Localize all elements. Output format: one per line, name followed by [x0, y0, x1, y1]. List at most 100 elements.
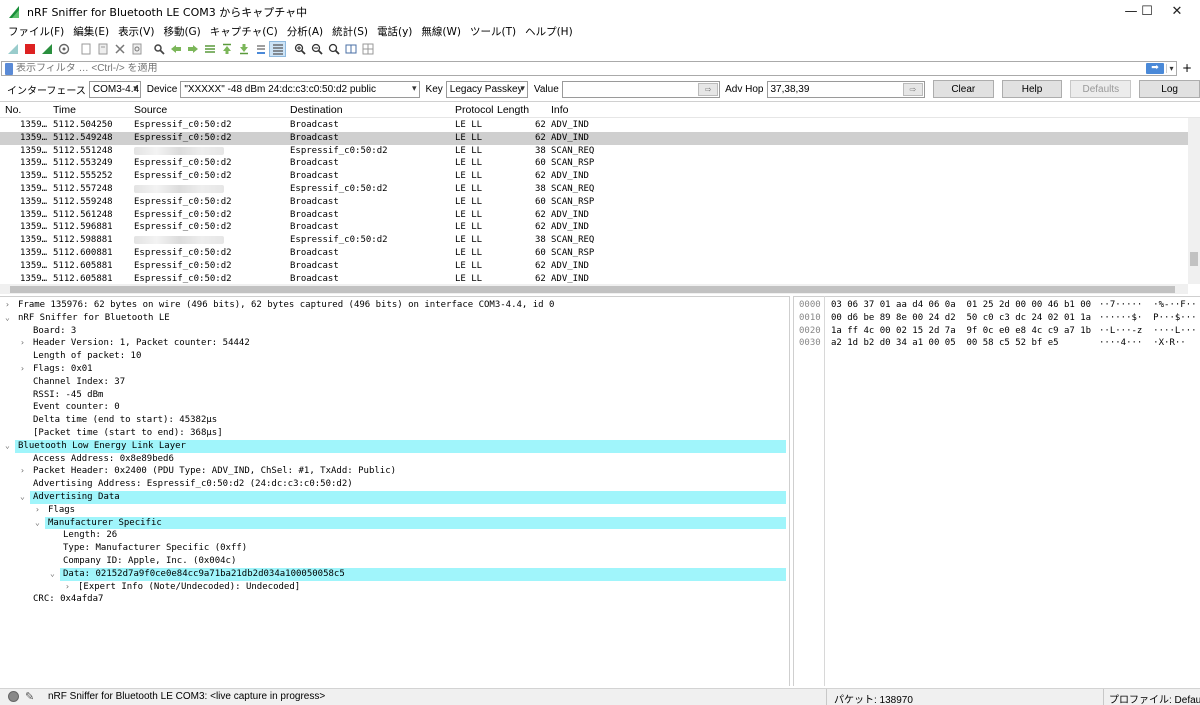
table-row[interactable]: 1359… 5112.559248 Espressif_c0:50:d2 Broadc…: [0, 196, 1200, 209]
table-row[interactable]: 1359… 5112.553249 Espressif_c0:50:d2 Broadc…: [0, 157, 1200, 170]
device-select[interactable]: "XXXXX" -48 dBm 24:dc:c3:c0:50:d2 public…: [180, 80, 420, 98]
collapse-arrow-icon[interactable]: ›: [20, 337, 25, 350]
bookmark-icon[interactable]: [5, 62, 13, 75]
packet-list-hscrollbar[interactable]: [0, 284, 1188, 294]
menu-analyze[interactable]: 分析(A): [283, 24, 327, 39]
go-forward-icon[interactable]: [184, 41, 201, 57]
menu-go[interactable]: 移動(G): [159, 24, 204, 39]
scrollbar-thumb[interactable]: [10, 286, 1175, 293]
go-back-icon[interactable]: [167, 41, 184, 57]
tree-item[interactable]: Company ID: Apple, Inc. (0x004c): [0, 555, 789, 568]
tree-item[interactable]: CRC: 0x4afda7: [0, 593, 789, 606]
tree-item[interactable]: Length of packet: 10: [0, 350, 789, 363]
collapse-arrow-icon[interactable]: ›: [65, 581, 70, 594]
tree-item[interactable]: Channel Index: 37: [0, 376, 789, 389]
tree-item[interactable]: ⌄ Manufacturer Specific: [0, 516, 789, 530]
tree-item[interactable]: [Packet time (start to end): 368µs]: [0, 427, 789, 440]
restart-capture-icon[interactable]: [38, 41, 55, 57]
expand-arrow-icon[interactable]: ⌄: [50, 568, 55, 581]
first-packet-icon[interactable]: [218, 41, 235, 57]
menu-tools[interactable]: ツール(T): [466, 24, 520, 39]
colorize-icon[interactable]: [269, 41, 286, 57]
column-protocol[interactable]: Protocol: [455, 104, 494, 116]
find-packet-icon[interactable]: [150, 41, 167, 57]
capture-options-icon[interactable]: [55, 41, 72, 57]
tree-item[interactable]: › Flags: [0, 504, 789, 517]
tree-item[interactable]: Advertising Address: Espressif_c0:50:d2 …: [0, 478, 789, 491]
table-row[interactable]: 1359… 5112.551248 Espressif_c0:50:d2 LE LL 3…: [0, 145, 1200, 158]
table-row[interactable]: 1359… 5112.557248 Espressif_c0:50:d2 LE LL 3…: [0, 183, 1200, 196]
value-input[interactable]: ⇨: [561, 80, 721, 98]
collapse-arrow-icon[interactable]: ›: [20, 363, 25, 376]
table-row[interactable]: 1359… 5112.549248 Espressif_c0:50:d2 Broadc…: [0, 131, 1200, 145]
tree-item[interactable]: Board: 3: [0, 325, 789, 338]
filter-history-dropdown-icon[interactable]: ▾: [1166, 64, 1176, 73]
menu-capture[interactable]: キャプチャ(C): [206, 24, 282, 39]
tree-item[interactable]: › Frame 135976: 62 bytes on wire (496 bit…: [0, 299, 789, 312]
clear-button[interactable]: Clear: [932, 80, 994, 98]
zoom-in-icon[interactable]: [291, 41, 308, 57]
menu-view[interactable]: 表示(V): [114, 24, 158, 39]
column-destination[interactable]: Destination: [290, 104, 343, 116]
hex-row[interactable]: 0030 a2 1d b2 d0 34 a1 00 05 00 58 c5 52 …: [794, 337, 1200, 350]
table-row[interactable]: 1359… 5112.561248 Espressif_c0:50:d2 Broadc…: [0, 209, 1200, 222]
zoom-out-icon[interactable]: [308, 41, 325, 57]
scrollbar-thumb[interactable]: [1190, 252, 1198, 266]
add-filter-button-icon[interactable]: +: [1180, 61, 1194, 76]
key-select[interactable]: Legacy Passkey ▾: [445, 80, 528, 98]
log-button[interactable]: Log: [1139, 80, 1200, 98]
column-no[interactable]: No.: [5, 104, 21, 116]
table-row[interactable]: 1359… 5112.504250 Espressif_c0:50:d2 Broadc…: [0, 119, 1200, 132]
tree-item[interactable]: Delta time (end to start): 45382µs: [0, 414, 789, 427]
column-source[interactable]: Source: [134, 104, 167, 116]
expand-arrow-icon[interactable]: ⌄: [35, 517, 40, 530]
close-file-icon[interactable]: [111, 41, 128, 57]
tree-item[interactable]: Event counter: 0: [0, 401, 789, 414]
tree-item[interactable]: Access Address: 0x8e89bed6: [0, 453, 789, 466]
tree-item[interactable]: ⌄ Data: 02152d7a9f0ce0e84cc9a71ba21db2d03…: [0, 567, 789, 581]
go-to-packet-icon[interactable]: [201, 41, 218, 57]
tree-item[interactable]: RSSI: -45 dBm: [0, 389, 789, 402]
menu-edit[interactable]: 編集(E): [69, 24, 113, 39]
hex-row[interactable]: 0000 03 06 37 01 aa d4 06 0a 01 25 2d 00 …: [794, 299, 1200, 312]
tree-item[interactable]: › [Expert Info (Note/Undecoded): Undecode…: [0, 581, 789, 594]
expand-arrow-icon[interactable]: ⌄: [20, 491, 25, 504]
packet-list-scrollbar[interactable]: [1188, 118, 1200, 284]
profile-text[interactable]: プロファイル: Default: [1109, 691, 1200, 705]
tree-item[interactable]: › Flags: 0x01: [0, 363, 789, 376]
menu-wireless[interactable]: 無線(W): [417, 24, 465, 39]
table-row[interactable]: 1359… 5112.596881 Espressif_c0:50:d2 Broadc…: [0, 221, 1200, 234]
interface-select[interactable]: COM3-4.4 ▾: [88, 80, 141, 98]
edit-comment-icon[interactable]: ✎: [25, 690, 34, 703]
column-time[interactable]: Time: [53, 104, 76, 116]
column-length[interactable]: Length: [497, 104, 529, 116]
expand-arrow-icon[interactable]: ⌄: [5, 312, 10, 325]
normal-size-icon[interactable]: [325, 41, 342, 57]
close-button[interactable]: ✕: [1154, 0, 1200, 23]
menu-help[interactable]: ヘルプ(H): [521, 24, 577, 39]
start-capture-icon[interactable]: [4, 41, 21, 57]
save-file-icon[interactable]: [94, 41, 111, 57]
reload-file-icon[interactable]: [128, 41, 145, 57]
tree-item[interactable]: Length: 26: [0, 529, 789, 542]
collapse-arrow-icon[interactable]: ›: [5, 299, 10, 312]
apply-filter-arrow-icon[interactable]: ➡: [1146, 63, 1164, 74]
expert-info-icon[interactable]: [8, 691, 19, 702]
tree-item[interactable]: › Packet Header: 0x2400 (PDU Type: ADV_IN…: [0, 465, 789, 478]
defaults-button[interactable]: Defaults: [1070, 80, 1132, 98]
collapse-arrow-icon[interactable]: ›: [20, 465, 25, 478]
hex-row[interactable]: 0020 1a ff 4c 00 02 15 2d 7a 9f 0c e0 e8 …: [794, 325, 1200, 338]
collapse-arrow-icon[interactable]: ›: [35, 504, 40, 517]
table-row[interactable]: 1359… 5112.555252 Espressif_c0:50:d2 Broadc…: [0, 170, 1200, 183]
resize-columns-icon[interactable]: [342, 41, 359, 57]
tree-item[interactable]: ⌄ Bluetooth Low Energy Link Layer: [0, 439, 789, 453]
tree-item[interactable]: ⌄ Advertising Data: [0, 490, 789, 504]
tree-item[interactable]: ⌄ nRF Sniffer for Bluetooth LE: [0, 312, 789, 325]
menu-file[interactable]: ファイル(F): [4, 24, 68, 39]
tree-item[interactable]: Type: Manufacturer Specific (0xff): [0, 542, 789, 555]
layout-icon[interactable]: [359, 41, 376, 57]
last-packet-icon[interactable]: [235, 41, 252, 57]
stop-capture-icon[interactable]: [21, 41, 38, 57]
hex-row[interactable]: 0010 00 d6 be 89 8e 00 24 d2 50 c0 c3 dc …: [794, 312, 1200, 325]
display-filter-input[interactable]: [16, 63, 1146, 74]
